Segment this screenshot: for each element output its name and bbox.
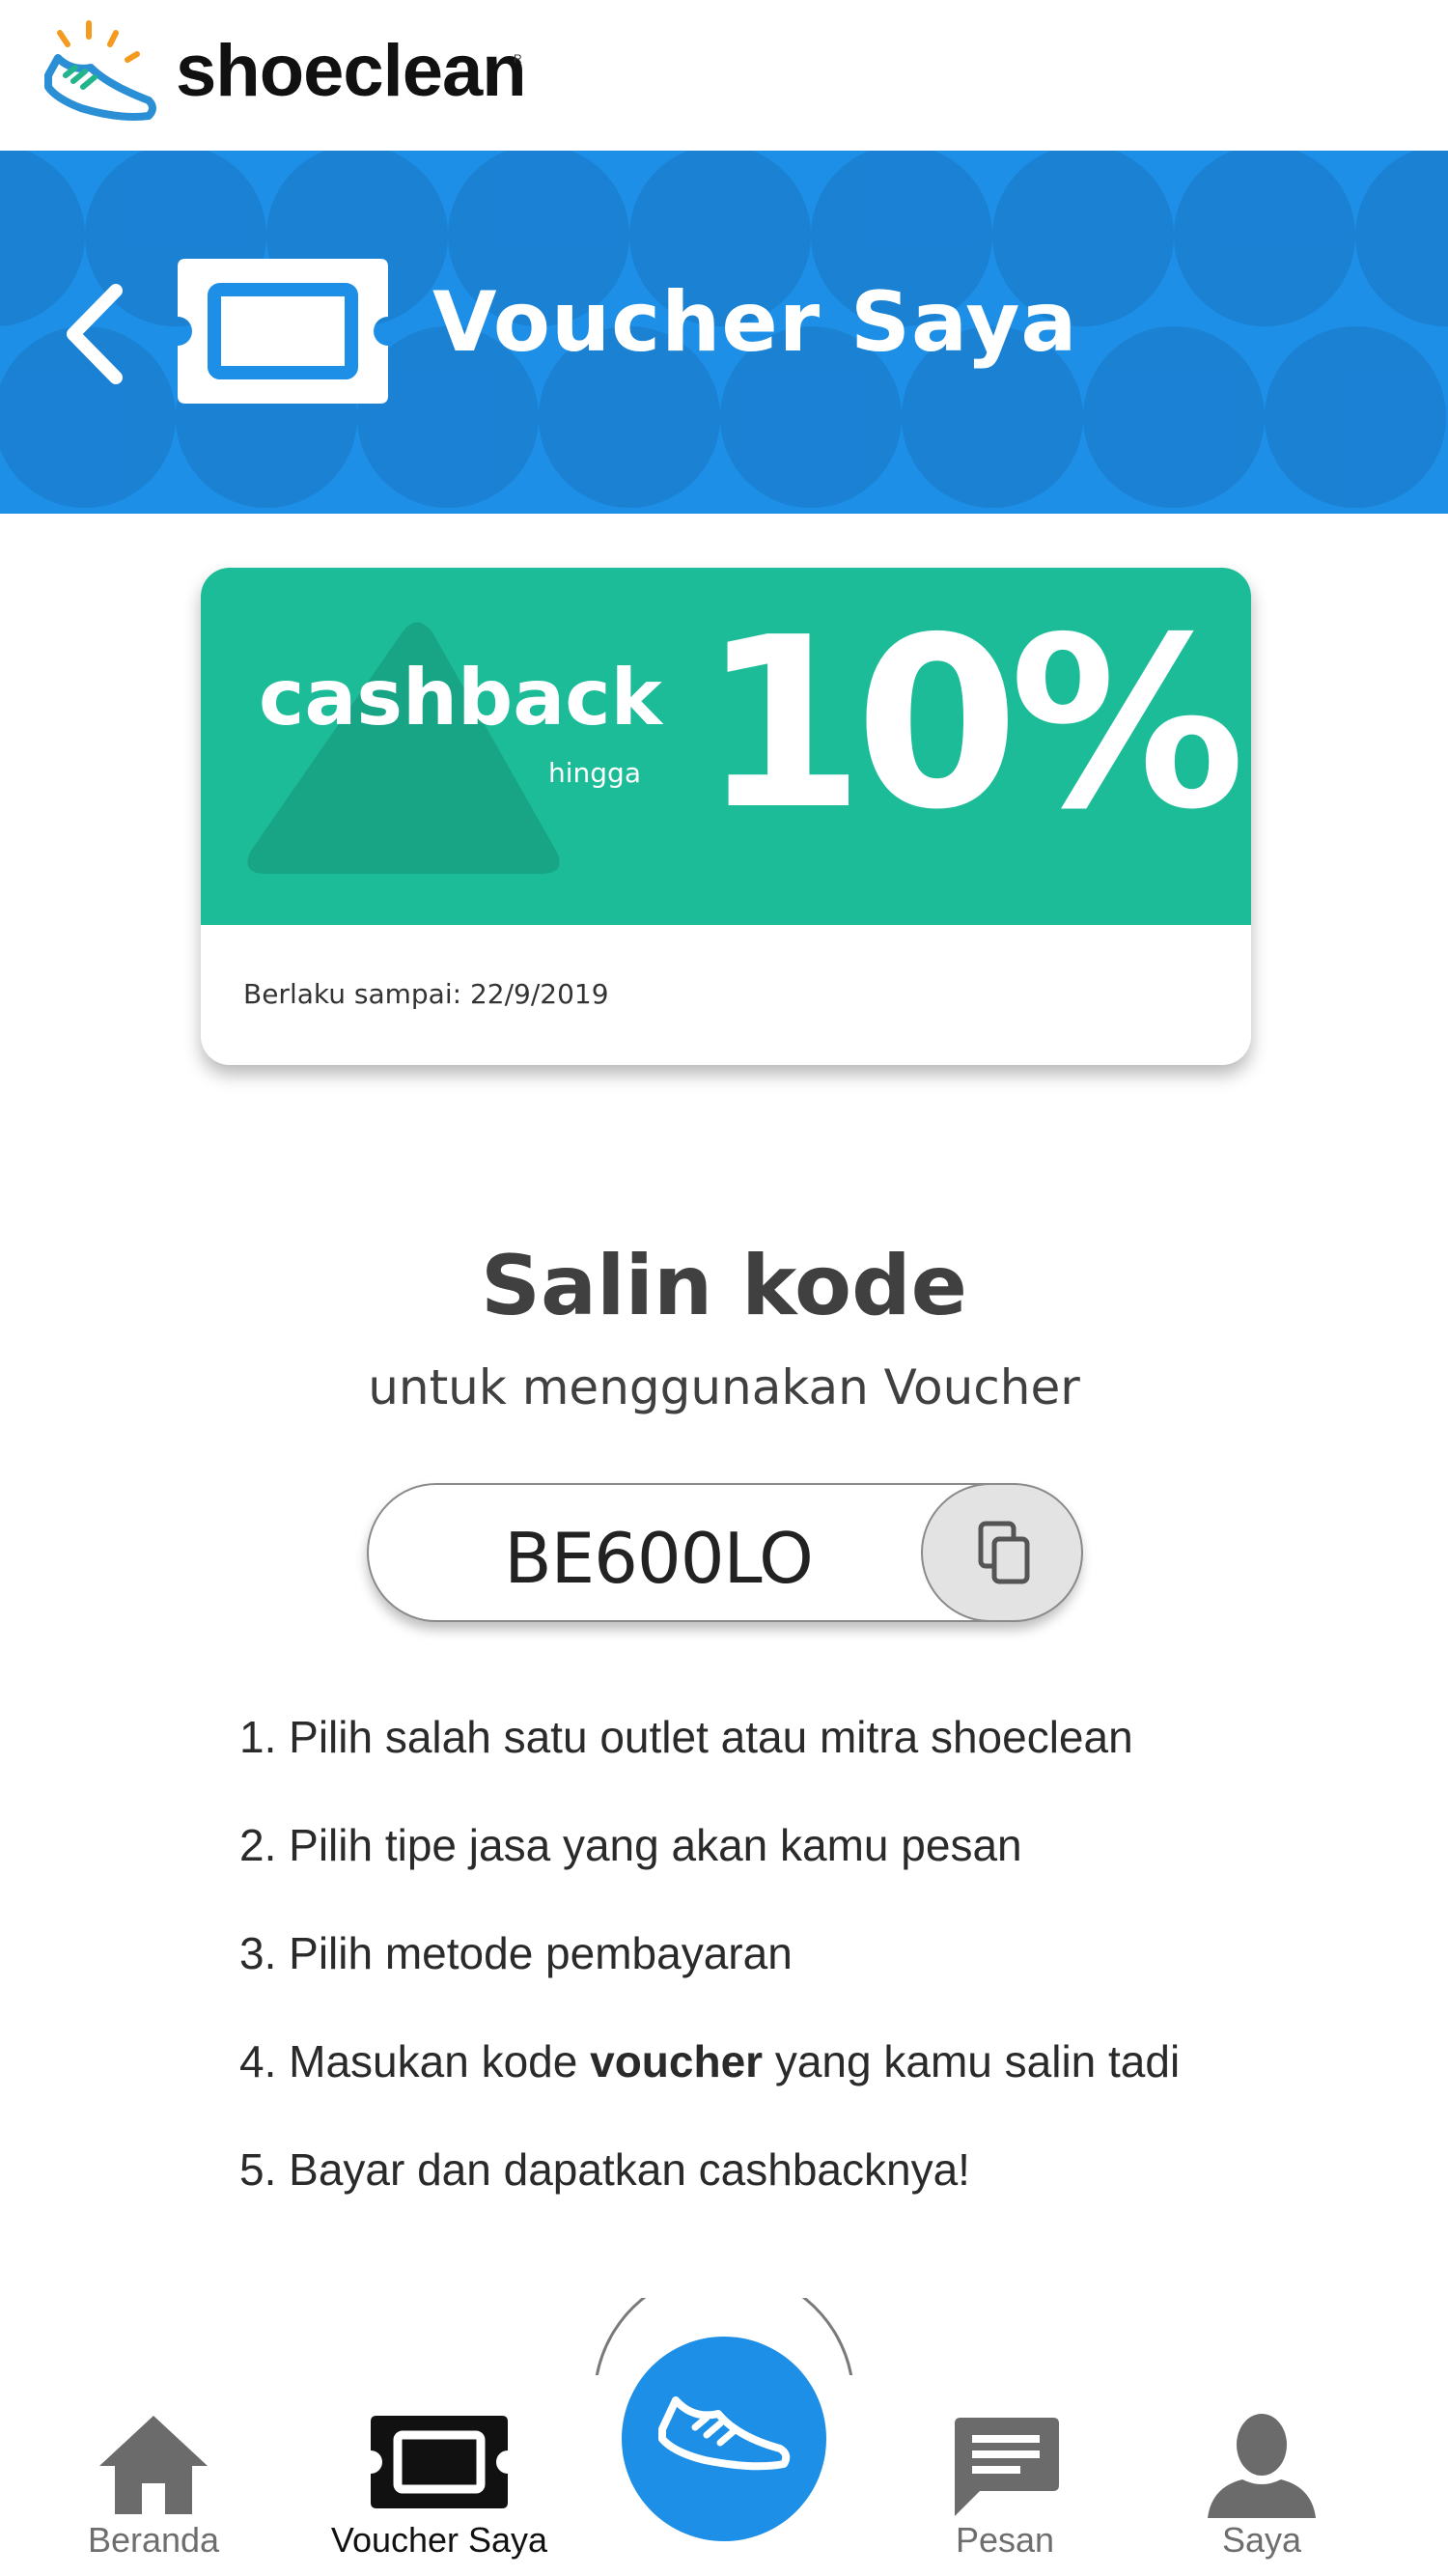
voucher-code[interactable]: BE600LO	[369, 1518, 948, 1599]
copy-code-subtitle: untuk menggunakan Voucher	[368, 1359, 1080, 1415]
voucher-qualifier: hingga	[548, 757, 641, 789]
shoe-icon	[658, 2396, 791, 2471]
voucher-type-label: cashback	[259, 653, 662, 742]
nav-label: Pesan	[955, 2520, 1055, 2560]
nav-item-voucher-saya[interactable]: Voucher Saya	[319, 2412, 560, 2576]
page-title: Voucher Saya	[432, 274, 1078, 371]
nav-label: Beranda	[87, 2520, 220, 2560]
nav-item-beranda[interactable]: Beranda	[33, 2412, 274, 2576]
registered-mark: R	[514, 52, 522, 66]
ticket-icon	[371, 2416, 508, 2508]
ticket-icon	[178, 259, 388, 404]
instruction-step: 1. Pilih salah satu outlet atau mitra sh…	[239, 1712, 1133, 1762]
voucher-value: 10%	[701, 587, 1245, 861]
instruction-step: 5. Bayar dan dapatkan cashbacknya!	[239, 2144, 970, 2195]
nav-label: Saya	[1221, 2520, 1302, 2560]
shoeclean-logo-icon	[44, 20, 156, 121]
nav-label: Voucher Saya	[330, 2520, 548, 2560]
nav-item-pesan[interactable]: Pesan	[884, 2412, 1126, 2576]
home-icon	[99, 2416, 208, 2514]
voucher-keyword: voucher	[590, 2036, 764, 2086]
voucher-screen: shoeclean R Voucher Saya cashback hingga…	[0, 0, 1448, 2576]
person-icon	[1208, 2414, 1316, 2518]
order-shoe-button[interactable]	[622, 2337, 826, 2541]
nav-item-saya[interactable]: Saya	[1141, 2412, 1382, 2576]
instructions-list: 1. Pilih salah satu outlet atau mitra sh…	[239, 1711, 1398, 2252]
bottom-nav: Beranda Voucher Saya Pesan Saya	[0, 2298, 1448, 2576]
copy-code-button[interactable]	[921, 1483, 1083, 1622]
chat-icon	[955, 2418, 1059, 2516]
brand-bar: shoeclean R	[0, 0, 1448, 151]
instruction-step: 4. Masukan kode voucher yang kamu salin …	[239, 2036, 1181, 2086]
voucher-card-banner: cashback hingga 10%	[201, 568, 1251, 925]
instruction-step: 2. Pilih tipe jasa yang akan kamu pesan	[239, 1820, 1022, 1870]
page-header: Voucher Saya	[0, 151, 1448, 514]
copy-icon	[978, 1521, 1030, 1584]
chevron-left-icon[interactable]	[56, 281, 133, 387]
voucher-valid-until: Berlaku sampai: 22/9/2019	[243, 978, 609, 1010]
instruction-step: 3. Pilih metode pembayaran	[239, 1928, 793, 1978]
voucher-code-field[interactable]: BE600LO	[367, 1483, 1083, 1622]
brand-name: shoeclean	[176, 30, 527, 112]
copy-code-title: Salin kode	[481, 1238, 967, 1334]
voucher-card[interactable]: cashback hingga 10% Berlaku sampai: 22/9…	[201, 568, 1251, 1065]
